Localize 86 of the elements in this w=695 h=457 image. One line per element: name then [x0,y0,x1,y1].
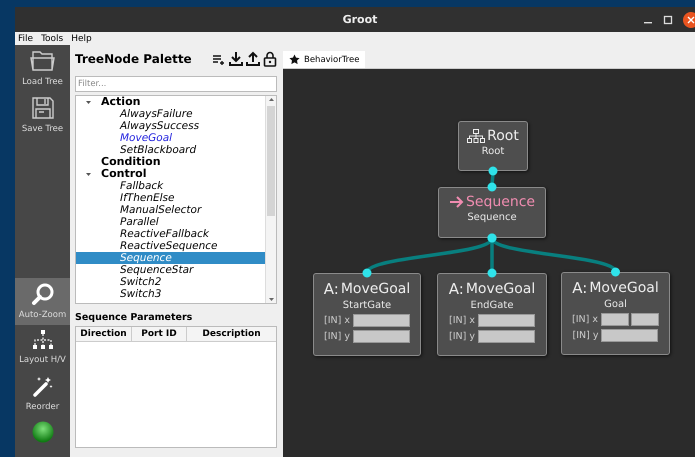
scrollbar[interactable] [265,96,276,303]
folder-icon [30,49,56,73]
column-header[interactable]: Direction [76,327,132,341]
port-dot[interactable] [488,182,496,192]
lock-icon[interactable] [263,51,277,67]
port-label: [IN] x [449,315,475,326]
port-input[interactable] [352,314,410,327]
tree-item[interactable]: AlwaysSuccess [76,120,265,132]
search-icon [30,282,54,306]
node-title: MoveGoal [340,281,410,297]
toolbar-button[interactable]: Save Tree [15,92,70,139]
tree-item[interactable]: Condition [101,156,161,168]
filter-field[interactable]: Filter... [75,76,277,92]
tree-node[interactable]: A:MoveGoal EndGate [IN] x [IN] y [437,273,547,356]
tree-item[interactable]: Switch2 [76,276,265,288]
node-title: MoveGoal [466,281,536,297]
hierarchy-icon [467,129,486,143]
port-dot[interactable] [611,268,620,276]
tree-item[interactable]: SequenceStar [76,264,265,276]
port-label: [IN] x [572,314,598,325]
node-name: Sequence [467,212,517,223]
port-input[interactable] [478,314,535,327]
node-type-label: A: [448,280,464,298]
port-input[interactable] [352,330,410,343]
column-header[interactable]: Description [187,327,276,341]
tree-node[interactable]: A:MoveGoal Goal [IN] x [IN] y [561,272,670,355]
toolbar-button[interactable]: Layout H/V [15,325,70,370]
port-label: [IN] y [572,330,598,341]
node-type-label: A: [572,279,588,297]
star-icon [289,54,300,65]
tree-node[interactable]: A:MoveGoal StartGate [IN] x [IN] y [313,273,421,356]
menu-item[interactable]: File [18,34,34,44]
maximize-icon[interactable] [663,15,673,25]
tree-item[interactable]: ReactiveSequence [76,240,265,252]
toolbar-button[interactable]: Reorder [15,370,70,417]
scroll-down-icon[interactable] [266,295,276,303]
tree-item[interactable]: Parallel [76,216,265,228]
port-input[interactable] [478,330,535,343]
hierarchy-icon [30,329,54,351]
port-dot[interactable] [488,166,498,176]
port-label: [IN] y [324,331,350,342]
scroll-up-icon[interactable] [266,96,276,104]
arrow-icon [448,196,464,208]
tree-item[interactable]: Action [101,96,140,108]
port-input[interactable] [600,313,629,326]
tab[interactable]: BehaviorTree [283,51,366,68]
close-icon[interactable] [683,12,695,28]
menu-item[interactable]: Help [71,34,92,44]
node-title: MoveGoal [589,280,659,296]
node-name: EndGate [470,300,514,311]
tree-item[interactable]: MoveGoal [76,132,265,144]
port-input[interactable] [601,329,658,342]
tree-item[interactable]: ManualSelector [76,204,265,216]
port-input[interactable] [630,313,659,326]
toolbar-button[interactable]: Load Tree [15,45,70,92]
caret-icon[interactable] [85,170,92,178]
window-title: Groot [342,13,378,26]
port-label: [IN] y [449,331,475,342]
node-type-label: A: [324,280,339,298]
tree-item[interactable]: Fallback [76,180,265,192]
tree-item[interactable]: SetBlackboard [76,144,265,156]
node-name: Root [482,146,504,157]
tree-item[interactable]: AlwaysFailure [76,108,265,120]
download-icon[interactable] [229,51,243,67]
node-title: Sequence [466,194,536,210]
node-name: Goal [604,299,627,310]
tree-item[interactable]: Control [101,168,146,180]
tree-node[interactable]: Root Root [458,121,528,171]
column-header[interactable]: Port ID [132,327,187,341]
tree-item[interactable]: ReactiveFallback [76,228,265,240]
tree-node[interactable]: Sequence Sequence [438,187,546,238]
port-dot[interactable] [488,268,496,278]
tree-item[interactable]: Sequence [76,252,265,264]
panel-title: TreeNode Palette [75,52,192,66]
toolbar-button[interactable]: Auto-Zoom [15,278,70,325]
caret-icon[interactable] [85,98,92,106]
port-dot[interactable] [362,268,372,278]
tree-item[interactable]: Switch3 [76,288,265,300]
port-label: [IN] x [324,315,350,326]
tree-item[interactable]: IfThenElse [76,192,265,204]
status-light-icon [32,421,54,443]
node-title: Root [487,128,519,144]
upload-icon[interactable] [246,51,260,67]
section-title: Sequence Parameters [75,312,194,323]
node-name: StartGate [342,300,392,311]
menu-item[interactable]: Tools [41,34,64,44]
